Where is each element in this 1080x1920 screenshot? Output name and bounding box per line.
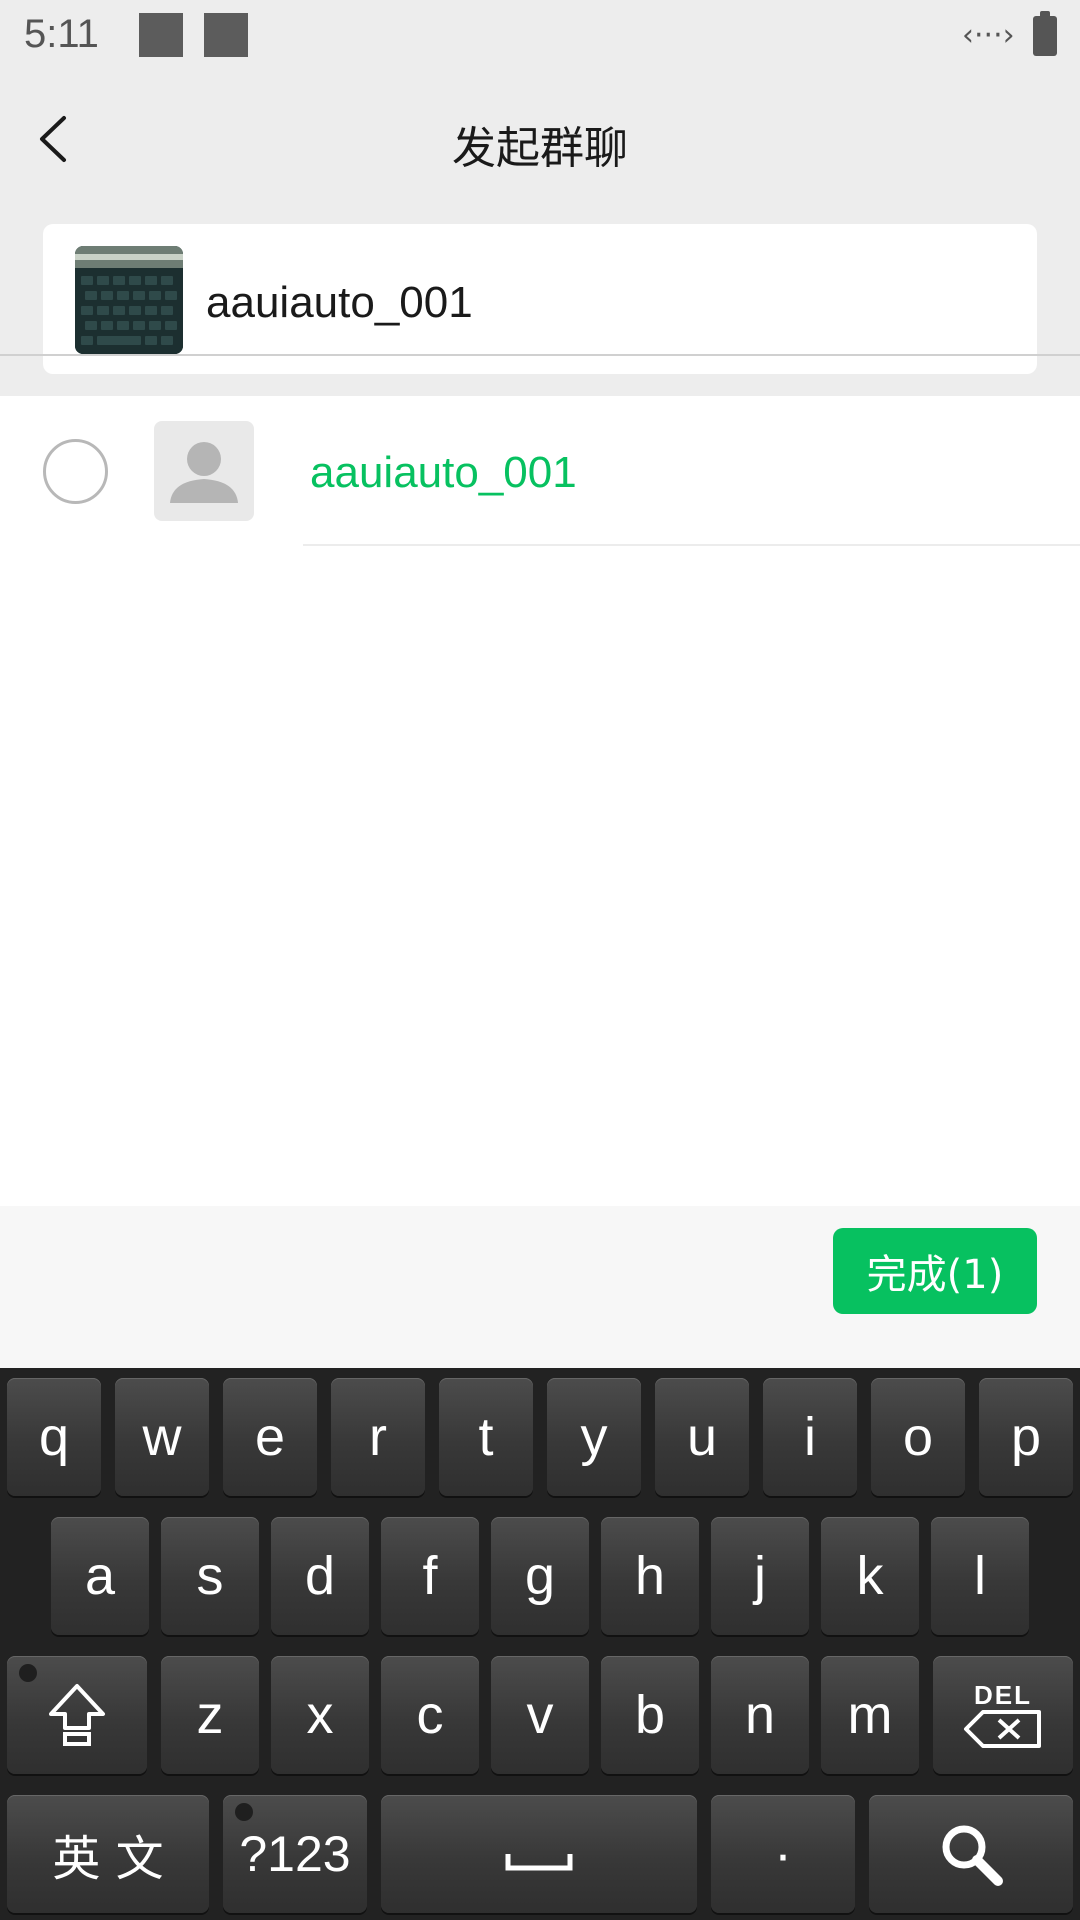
key-h[interactable]: h [601, 1517, 699, 1635]
notification-icon [139, 13, 183, 57]
key-a[interactable]: a [51, 1517, 149, 1635]
key-indicator-dot [235, 1803, 253, 1821]
language-switch-key[interactable]: 英 文 [7, 1795, 209, 1913]
shift-key[interactable] [7, 1656, 147, 1774]
key-x[interactable]: x [271, 1656, 369, 1774]
key-p[interactable]: p [979, 1378, 1073, 1496]
network-icon: ‹···› [962, 18, 1015, 53]
selected-members-box[interactable]: aauiauto_001 [43, 224, 1037, 374]
keyboard-photo-avatar [75, 246, 183, 354]
key-v[interactable]: v [491, 1656, 589, 1774]
key-u[interactable]: u [655, 1378, 749, 1496]
key-y[interactable]: y [547, 1378, 641, 1496]
key-e[interactable]: e [223, 1378, 317, 1496]
key-o[interactable]: o [871, 1378, 965, 1496]
person-icon [170, 442, 238, 503]
key-d[interactable]: d [271, 1517, 369, 1635]
contact-name: aauiauto_001 [310, 448, 577, 497]
symbols-key[interactable]: ?123 [223, 1795, 367, 1913]
selected-avatar[interactable] [75, 246, 183, 354]
key-k[interactable]: k [821, 1517, 919, 1635]
key-b[interactable]: b [601, 1656, 699, 1774]
key-m[interactable]: m [821, 1656, 919, 1774]
divider [0, 354, 1080, 356]
search-icon [942, 1825, 1003, 1886]
done-button[interactable]: 完成(1) [833, 1228, 1037, 1314]
key-j[interactable]: j [711, 1517, 809, 1635]
key-f[interactable]: f [381, 1517, 479, 1635]
period-key[interactable]: · [711, 1795, 855, 1913]
avatar [154, 421, 254, 521]
space-key[interactable] [381, 1795, 697, 1913]
status-bar: 5:11 ‹···› [0, 0, 1080, 76]
checkbox[interactable] [43, 439, 108, 504]
symbols-key-label: ?123 [239, 1826, 351, 1882]
key-q[interactable]: q [7, 1378, 101, 1496]
key-i[interactable]: i [763, 1378, 857, 1496]
key-r[interactable]: r [331, 1378, 425, 1496]
key-l[interactable]: l [931, 1517, 1029, 1635]
title-bar: 发起群聊 [0, 76, 1080, 204]
key-c[interactable]: c [381, 1656, 479, 1774]
key-t[interactable]: t [439, 1378, 533, 1496]
shift-arrow-icon [49, 1684, 105, 1746]
delete-key[interactable]: DEL [933, 1656, 1073, 1774]
bottom-bar: 完成(1) [0, 1206, 1080, 1368]
search-input[interactable]: aauiauto_001 [206, 278, 473, 328]
list-item[interactable]: aauiauto_001 [0, 396, 1080, 546]
divider [303, 544, 1080, 546]
key-s[interactable]: s [161, 1517, 259, 1635]
battery-icon [1033, 11, 1057, 56]
key-z[interactable]: z [161, 1656, 259, 1774]
contact-list: aauiauto_001 [0, 396, 1080, 1206]
soft-keyboard: q w e r t y u i o p a s d f g h j k l z … [0, 1368, 1080, 1920]
search-key[interactable] [869, 1795, 1073, 1913]
key-w[interactable]: w [115, 1378, 209, 1496]
delete-key-label: DEL [974, 1680, 1032, 1710]
notification-icon [204, 13, 248, 57]
page-title: 发起群聊 [452, 123, 628, 174]
space-bar-icon [505, 1854, 573, 1871]
backspace-icon [964, 1710, 1041, 1748]
key-n[interactable]: n [711, 1656, 809, 1774]
key-g[interactable]: g [491, 1517, 589, 1635]
status-time: 5:11 [24, 12, 99, 56]
key-indicator-dot [19, 1664, 37, 1682]
